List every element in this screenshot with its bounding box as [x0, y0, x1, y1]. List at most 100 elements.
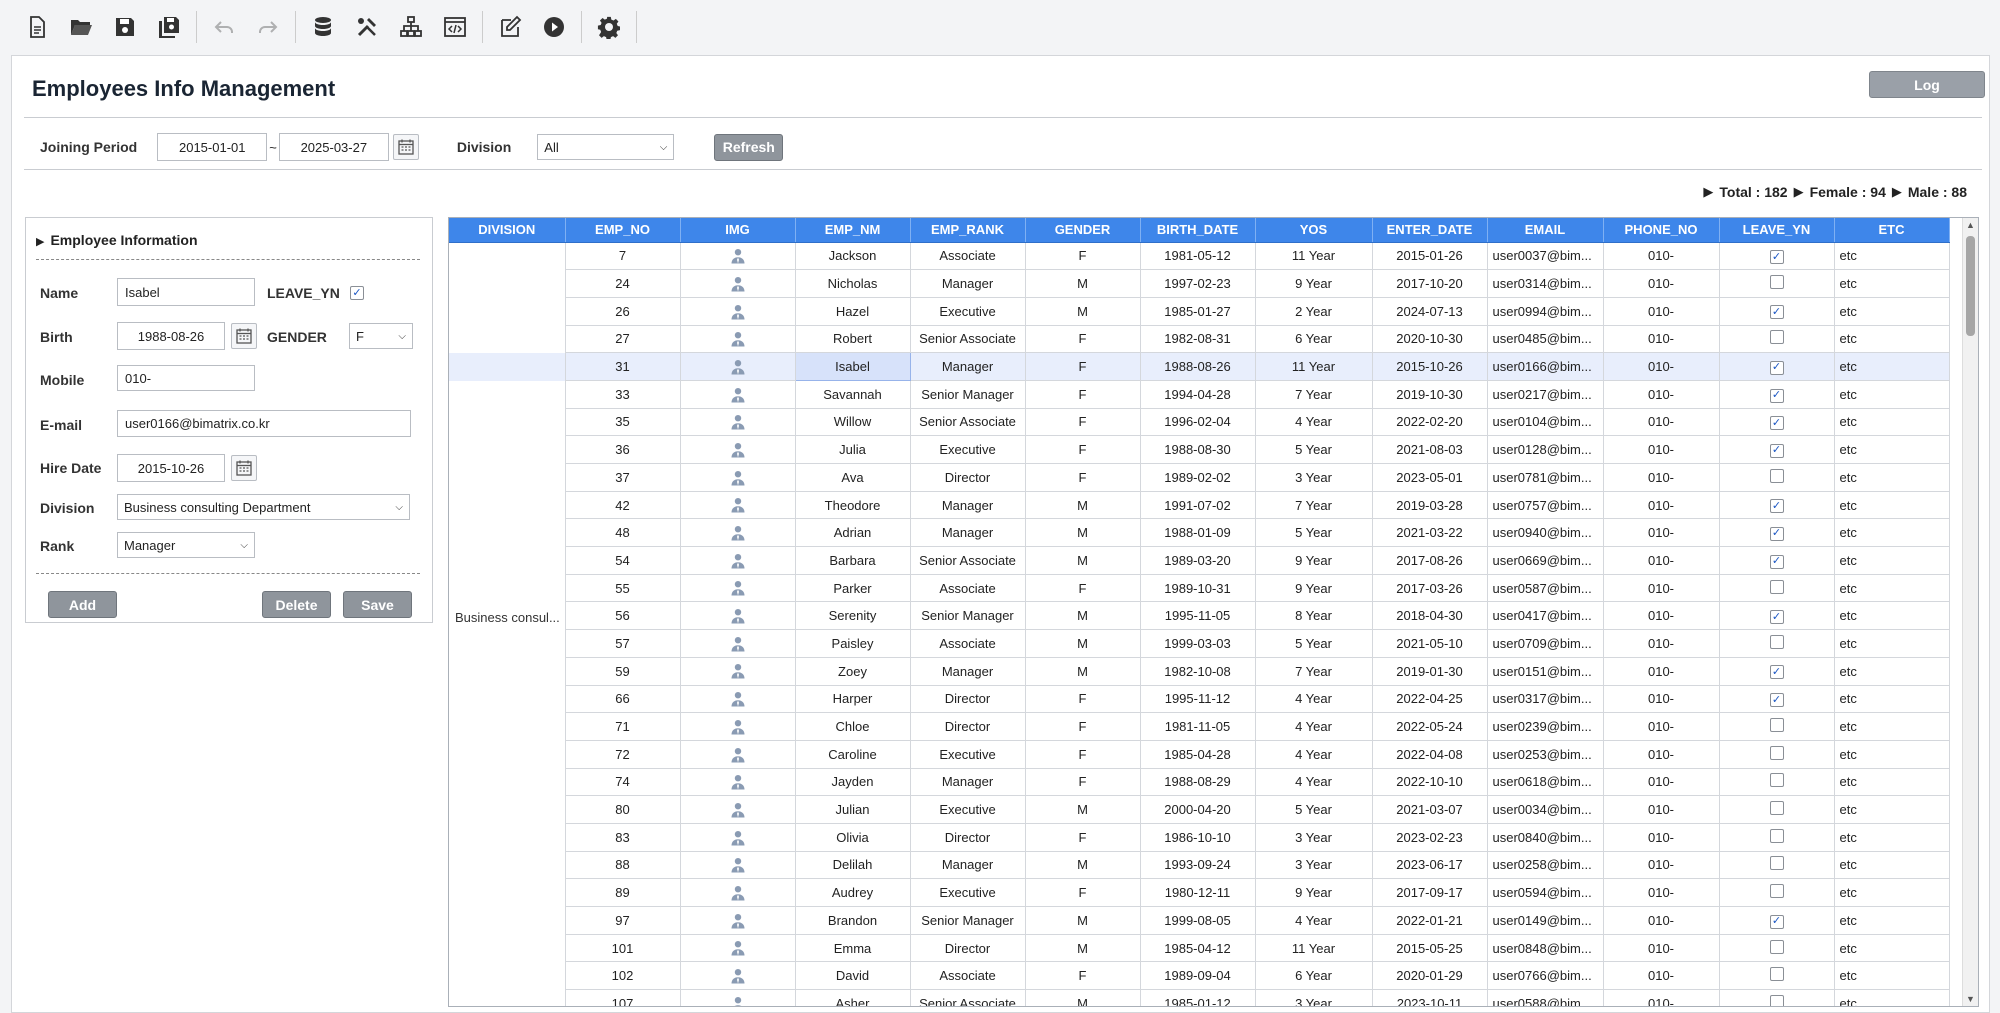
email-cell[interactable]: user0217@bim...: [1487, 380, 1604, 409]
phone-cell[interactable]: 010-: [1603, 491, 1720, 520]
yos-cell[interactable]: 5 Year: [1255, 518, 1373, 548]
leave-yn-checkbox[interactable]: ✓: [1769, 610, 1784, 625]
table-row[interactable]: 31 Isabel Manager F 1988-08-26 11 Year 2015-10…: [449, 352, 1950, 381]
enter-date-cell[interactable]: 2021-08-03: [1372, 435, 1488, 464]
table-row[interactable]: 42 Theodore Manager M 1991-07-02 7 Year 2019-0…: [449, 491, 1950, 520]
save-form-button[interactable]: Save: [343, 591, 412, 618]
emp-no-cell[interactable]: 42: [565, 491, 681, 520]
table-row[interactable]: 74 Jayden Manager F 1988-08-29 4 Year 2022-10-…: [449, 768, 1950, 797]
yos-cell[interactable]: 5 Year: [1255, 629, 1373, 658]
avatar[interactable]: [680, 712, 796, 741]
emp-no-cell[interactable]: 71: [565, 712, 681, 741]
etc-cell[interactable]: etc: [1834, 685, 1950, 714]
leave-yn-checkbox[interactable]: [1769, 801, 1784, 816]
emp-name-cell[interactable]: Savannah: [795, 380, 911, 409]
yos-cell[interactable]: 4 Year: [1255, 408, 1373, 437]
leave-yn-checkbox[interactable]: [1769, 884, 1784, 899]
birth-date-cell[interactable]: 1986-10-10: [1140, 823, 1256, 852]
emp-no-cell[interactable]: 89: [565, 878, 681, 907]
gender-cell[interactable]: F: [1025, 961, 1141, 991]
emp-rank-cell[interactable]: Director: [910, 823, 1026, 852]
leave-yn-cell[interactable]: ✓: [1719, 601, 1835, 631]
emp-name-cell[interactable]: Emma: [795, 934, 911, 963]
etc-cell[interactable]: etc: [1834, 242, 1950, 271]
column-header-gender[interactable]: GENDER: [1025, 218, 1141, 243]
emp-name-cell[interactable]: Jackson: [795, 242, 911, 271]
yos-cell[interactable]: 5 Year: [1255, 795, 1373, 824]
phone-cell[interactable]: 010-: [1603, 463, 1720, 492]
emp-rank-cell[interactable]: Senior Associate: [910, 546, 1026, 575]
avatar[interactable]: [680, 851, 796, 880]
etc-cell[interactable]: etc: [1834, 878, 1950, 907]
leave-yn-checkbox[interactable]: [1769, 856, 1784, 871]
etc-cell[interactable]: etc: [1834, 823, 1950, 852]
enter-date-cell[interactable]: 2015-10-26: [1372, 352, 1488, 381]
leave-yn-checkbox[interactable]: [1769, 939, 1784, 954]
emp-rank-cell[interactable]: Manager: [910, 851, 1026, 880]
enter-date-cell[interactable]: 2019-10-30: [1372, 380, 1488, 409]
etc-cell[interactable]: etc: [1834, 491, 1950, 520]
gender-cell[interactable]: M: [1025, 518, 1141, 548]
birth-date-cell[interactable]: 1999-08-05: [1140, 906, 1256, 935]
etc-cell[interactable]: etc: [1834, 657, 1950, 686]
emp-name-cell[interactable]: Brandon: [795, 906, 911, 935]
avatar[interactable]: [680, 352, 796, 381]
email-cell[interactable]: user0618@bim...: [1487, 768, 1604, 797]
emp-name-cell[interactable]: Chloe: [795, 712, 911, 741]
leave-yn-cell[interactable]: ✓: [1719, 242, 1835, 271]
emp-rank-cell[interactable]: Director: [910, 685, 1026, 714]
emp-no-cell[interactable]: 27: [565, 325, 681, 354]
enter-date-cell[interactable]: 2022-02-20: [1372, 408, 1488, 437]
email-cell[interactable]: user0940@bim...: [1487, 518, 1604, 548]
avatar[interactable]: [680, 795, 796, 824]
hire-date-picker-button[interactable]: [231, 455, 257, 481]
database-button[interactable]: [304, 8, 342, 46]
etc-cell[interactable]: etc: [1834, 851, 1950, 880]
leave-yn-cell[interactable]: ✓: [1719, 408, 1835, 437]
avatar[interactable]: [680, 518, 796, 548]
gender-cell[interactable]: M: [1025, 906, 1141, 935]
leave-yn-cell[interactable]: [1719, 851, 1835, 880]
phone-cell[interactable]: 010-: [1603, 795, 1720, 824]
avatar[interactable]: [680, 435, 796, 464]
vertical-scrollbar[interactable]: ▲ ▼: [1962, 218, 1978, 1006]
enter-date-cell[interactable]: 2017-08-26: [1372, 546, 1488, 575]
etc-cell[interactable]: etc: [1834, 795, 1950, 824]
yos-cell[interactable]: 7 Year: [1255, 491, 1373, 520]
gender-cell[interactable]: M: [1025, 934, 1141, 963]
emp-name-cell[interactable]: Parker: [795, 574, 911, 603]
leave-yn-cell[interactable]: [1719, 712, 1835, 741]
emp-no-cell[interactable]: 107: [565, 989, 681, 1006]
leave-yn-cell[interactable]: [1719, 629, 1835, 658]
birth-input[interactable]: 1988-08-26: [117, 322, 225, 350]
leave-yn-cell[interactable]: ✓: [1719, 435, 1835, 464]
leave-yn-cell[interactable]: [1719, 823, 1835, 852]
column-header-birth-date[interactable]: BIRTH_DATE: [1140, 218, 1256, 243]
etc-cell[interactable]: etc: [1834, 546, 1950, 575]
emp-no-cell[interactable]: 74: [565, 768, 681, 797]
emp-name-cell[interactable]: Julia: [795, 435, 911, 464]
birth-date-cell[interactable]: 1993-09-24: [1140, 851, 1256, 880]
emp-rank-cell[interactable]: Manager: [910, 269, 1026, 298]
phone-cell[interactable]: 010-: [1603, 768, 1720, 797]
gender-cell[interactable]: M: [1025, 851, 1141, 880]
table-row[interactable]: Business consul... 7 Jackson Associate F 1981…: [449, 242, 1950, 1006]
emp-no-cell[interactable]: 54: [565, 546, 681, 575]
birth-date-cell[interactable]: 1989-09-04: [1140, 961, 1256, 991]
emp-name-cell[interactable]: Zoey: [795, 657, 911, 686]
emp-name-cell[interactable]: Willow: [795, 408, 911, 437]
enter-date-cell[interactable]: 2019-01-30: [1372, 657, 1488, 686]
gender-select[interactable]: F ⌵: [349, 323, 413, 349]
emp-rank-cell[interactable]: Associate: [910, 629, 1026, 658]
leave-yn-cell[interactable]: ✓: [1719, 380, 1835, 409]
gender-cell[interactable]: M: [1025, 491, 1141, 520]
add-button[interactable]: Add: [48, 591, 117, 618]
enter-date-cell[interactable]: 2015-01-26: [1372, 242, 1488, 271]
emp-name-cell[interactable]: Olivia: [795, 823, 911, 852]
avatar[interactable]: [680, 989, 796, 1006]
emp-rank-cell[interactable]: Senior Manager: [910, 380, 1026, 409]
leave-yn-checkbox[interactable]: ✓: [1769, 305, 1784, 320]
gender-cell[interactable]: F: [1025, 878, 1141, 907]
birth-date-cell[interactable]: 1988-08-30: [1140, 435, 1256, 464]
email-cell[interactable]: user0034@bim...: [1487, 795, 1604, 824]
